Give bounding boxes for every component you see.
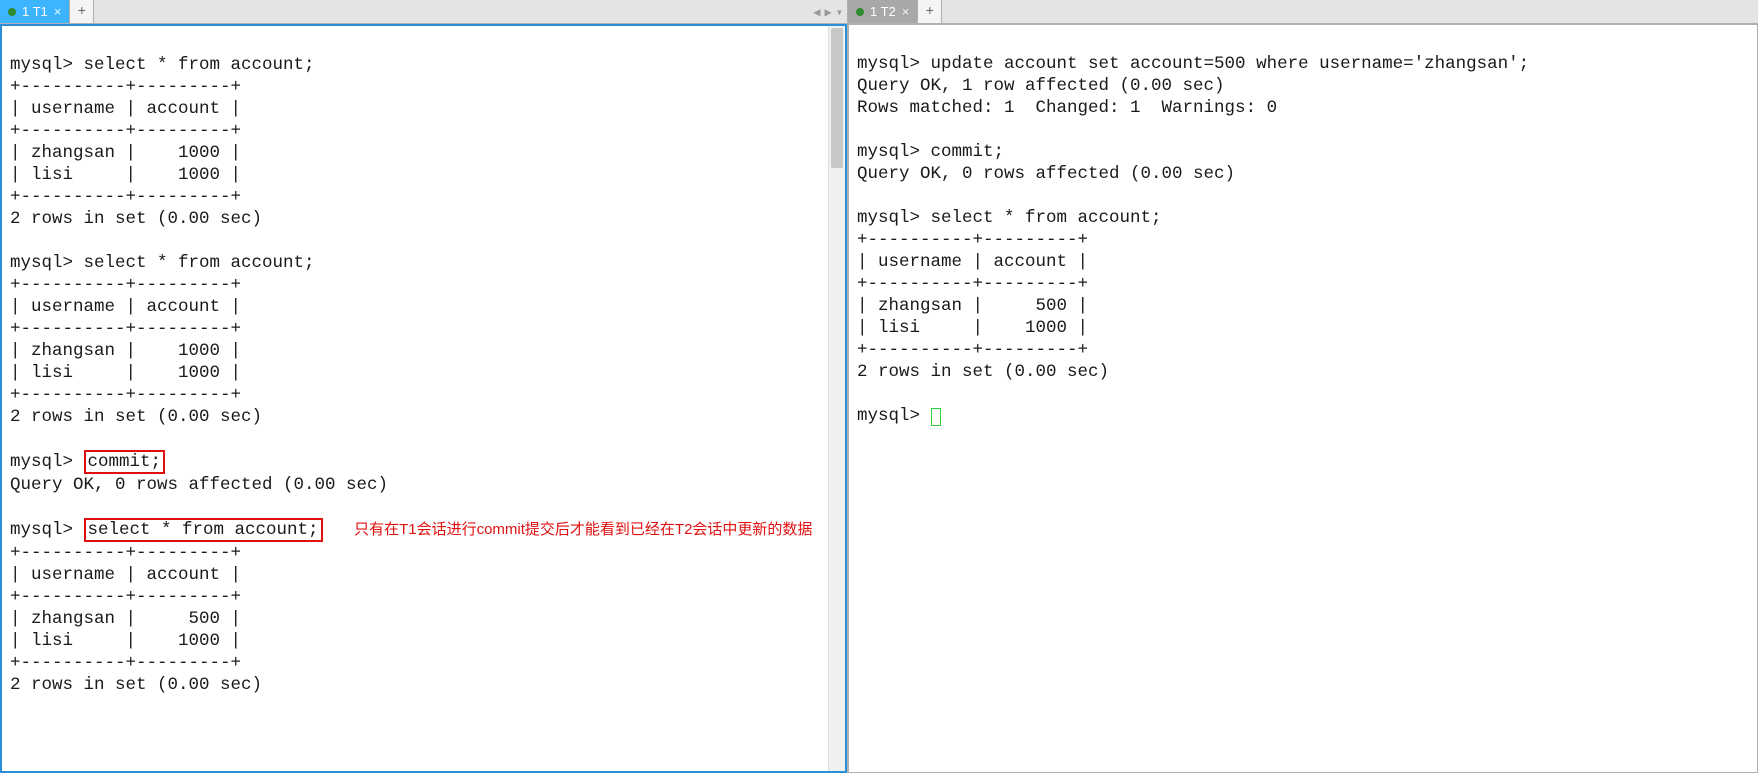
term-line: Query OK, 0 rows affected (0.00 sec) [857,164,1235,184]
term-line: | zhangsan | 500 | [857,296,1088,316]
right-pane: 1 T2 × + mysql> update account set accou… [848,0,1758,773]
add-tab-button[interactable]: + [70,0,94,23]
term-line: Query OK, 0 rows affected (0.00 sec) [10,475,388,495]
right-tabbar: 1 T2 × + [848,0,1758,24]
tab-nav: ◀ ▶ ▾ [813,0,843,24]
term-line: +----------+---------+ [10,319,241,339]
status-dot-icon [856,8,864,16]
term-line: 2 rows in set (0.00 sec) [10,407,262,427]
add-tab-button[interactable]: + [918,0,942,23]
right-terminal[interactable]: mysql> update account set account=500 wh… [848,24,1758,773]
scrollbar[interactable] [828,26,845,771]
plus-icon: + [78,4,86,20]
term-line: +----------+---------+ [10,587,241,607]
term-line: | username | account | [857,252,1088,272]
left-terminal[interactable]: mysql> select * from account; +---------… [0,24,847,773]
term-line: +----------+---------+ [10,653,241,673]
tab-label: 1 T2 [870,4,896,19]
term-line: +----------+---------+ [10,187,241,207]
term-line: | lisi | 1000 | [10,165,241,185]
term-line: Rows matched: 1 Changed: 1 Warnings: 0 [857,98,1277,118]
term-line: | username | account | [10,99,241,119]
term-line: | username | account | [10,297,241,317]
term-line: 2 rows in set (0.00 sec) [10,209,262,229]
term-line: | lisi | 1000 | [10,631,241,651]
term-line: +----------+---------+ [10,275,241,295]
term-line: 2 rows in set (0.00 sec) [10,675,262,695]
term-line: +----------+---------+ [10,385,241,405]
term-line: mysql> select * from account; [10,55,315,75]
term-line: | lisi | 1000 | [857,318,1088,338]
close-icon[interactable]: × [902,4,910,19]
next-tab-icon[interactable]: ▶ [825,5,832,20]
term-line: | zhangsan | 1000 | [10,341,241,361]
scrollbar-thumb[interactable] [831,28,843,168]
status-dot-icon [8,8,16,16]
highlight-select: select * from account; [84,518,323,542]
tab-t2[interactable]: 1 T2 × [848,0,918,23]
cursor-icon [931,408,941,426]
term-line: Query OK, 1 row affected (0.00 sec) [857,76,1225,96]
left-pane: 1 T1 × + ◀ ▶ ▾ mysql> select * from acco… [0,0,848,773]
plus-icon: + [926,4,934,20]
term-line: mysql> select * from account; [10,253,315,273]
term-line: +----------+---------+ [857,230,1088,250]
term-line: mysql> update account set account=500 wh… [857,54,1529,74]
term-prompt: mysql> [857,406,931,426]
term-line: 2 rows in set (0.00 sec) [857,362,1109,382]
term-line: | zhangsan | 1000 | [10,143,241,163]
term-prompt: mysql> [10,520,84,540]
term-line: | username | account | [10,565,241,585]
tab-t1[interactable]: 1 T1 × [0,0,70,23]
term-line: mysql> commit; [857,142,1004,162]
term-line: +----------+---------+ [10,121,241,141]
prev-tab-icon[interactable]: ◀ [813,5,820,20]
term-line: | lisi | 1000 | [10,363,241,383]
term-line: | zhangsan | 500 | [10,609,241,629]
left-tabbar: 1 T1 × + ◀ ▶ ▾ [0,0,847,24]
highlight-commit: commit; [84,450,166,474]
term-line: +----------+---------+ [10,77,241,97]
term-prompt: mysql> [10,452,84,472]
annotation-text: 只有在T1会话进行commit提交后才能看到已经在T2会话中更新的数据 [354,521,812,538]
tab-menu-icon[interactable]: ▾ [836,5,843,20]
close-icon[interactable]: × [54,4,62,19]
term-line: mysql> select * from account; [857,208,1162,228]
term-line: +----------+---------+ [10,543,241,563]
term-line: +----------+---------+ [857,340,1088,360]
term-line: +----------+---------+ [857,274,1088,294]
tab-label: 1 T1 [22,4,48,19]
